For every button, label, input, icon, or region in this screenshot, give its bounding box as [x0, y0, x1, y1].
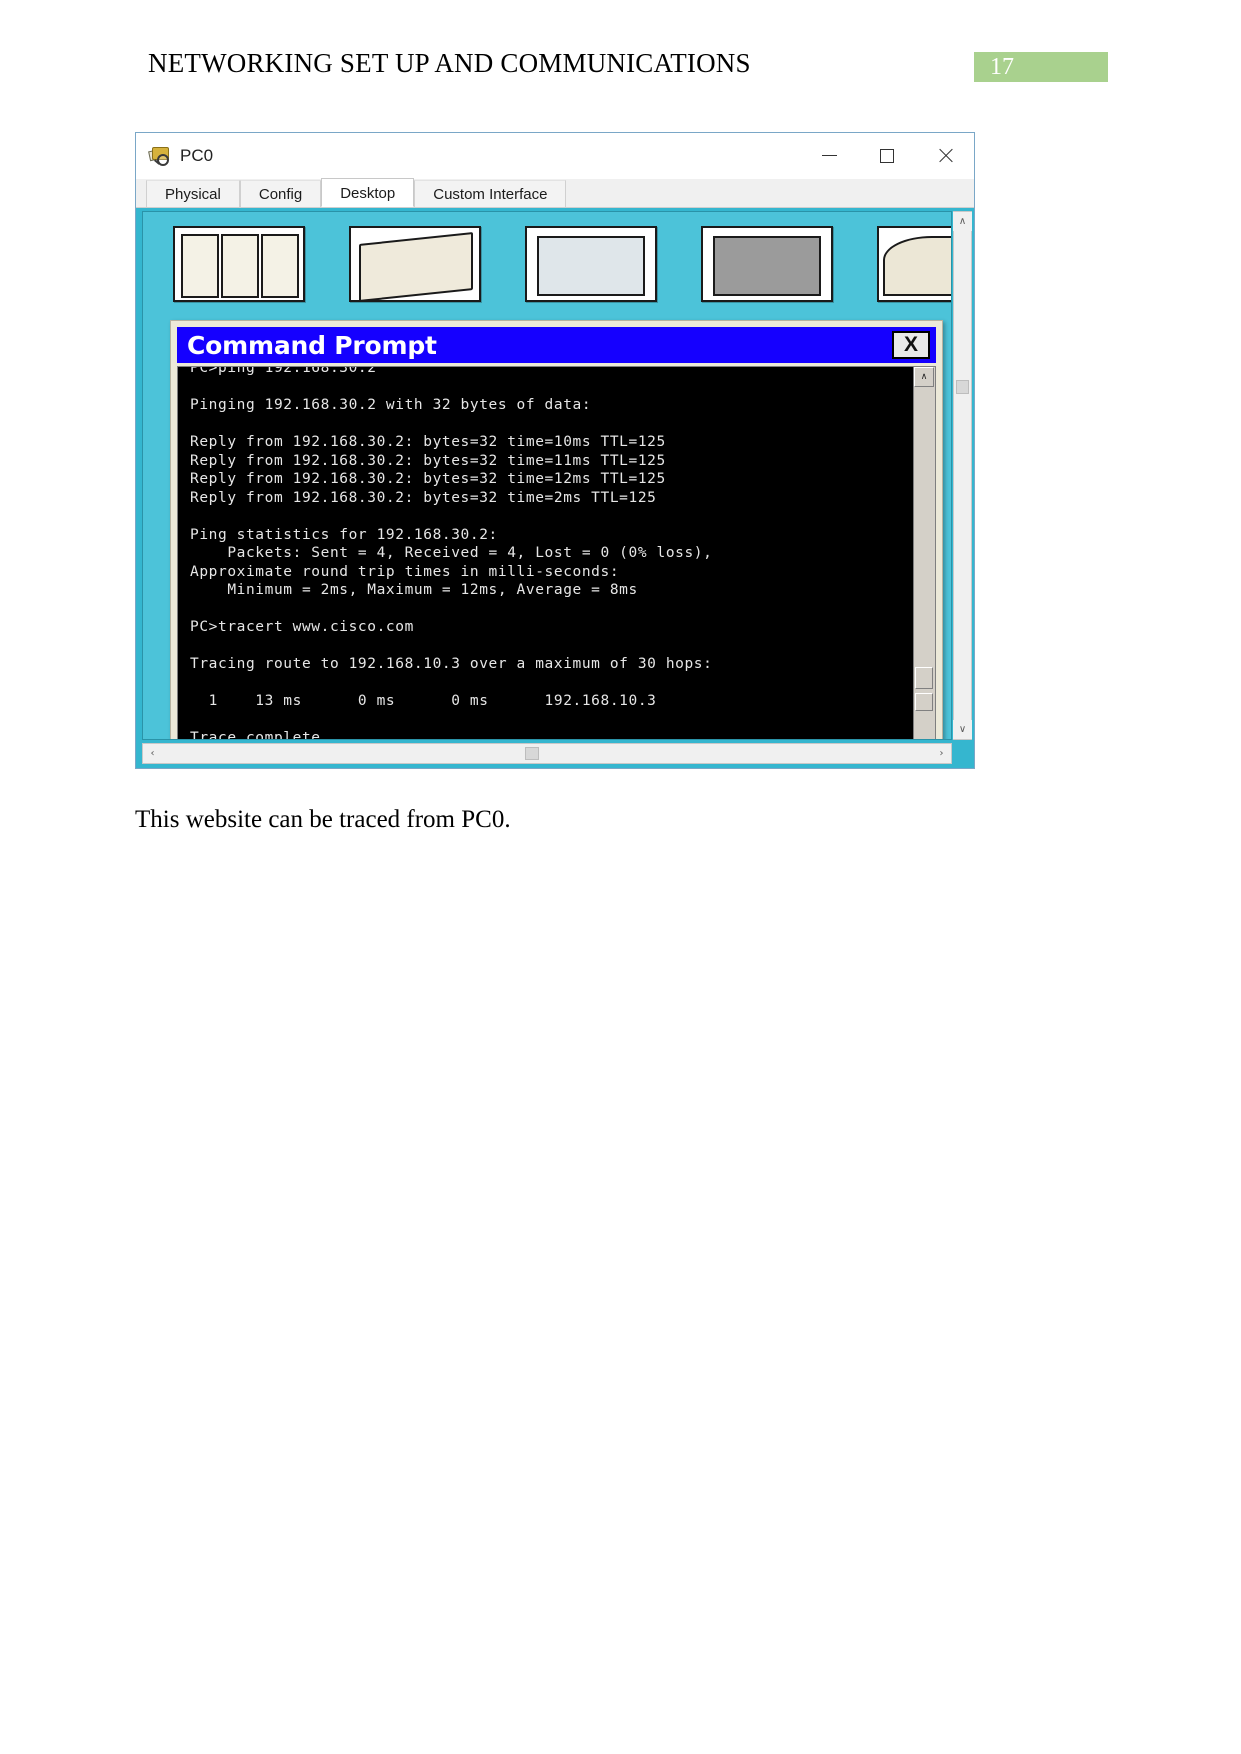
console-vertical-scrollbar[interactable]: ∧ ∨	[913, 367, 935, 739]
console-scroll-up-icon[interactable]: ∧	[914, 367, 934, 387]
desktop-app-icon-row	[173, 226, 951, 302]
command-prompt-window: Command Prompt X PC>ping 192.168.30.2 Pi…	[170, 320, 943, 739]
close-button[interactable]	[916, 133, 974, 178]
close-icon	[937, 147, 954, 164]
tab-physical[interactable]: Physical	[146, 180, 240, 207]
desktop-tab-panel: Command Prompt X PC>ping 192.168.30.2 Pi…	[136, 208, 974, 768]
maximize-button[interactable]	[858, 133, 916, 178]
window-title: PC0	[180, 145, 214, 165]
desktop-vertical-scrollbar[interactable]: ∧ ∨	[953, 211, 972, 740]
maximize-icon	[880, 148, 894, 163]
desktop-scroll-left-icon[interactable]: ‹	[143, 744, 162, 763]
packet-tracer-device-icon	[148, 146, 170, 166]
desktop-app-tile-4[interactable]	[701, 226, 833, 302]
desktop-scroll-up-icon[interactable]: ∧	[953, 212, 972, 231]
desktop-scroll-down-icon[interactable]: ∨	[953, 720, 972, 739]
embedded-screenshot-figure: PC0 Physical Config Desktop Custom Inter…	[135, 132, 975, 769]
minimize-icon	[821, 155, 837, 156]
page-title: NETWORKING SET UP AND COMMUNICATIONS	[148, 48, 751, 78]
console-scroll-thumb-a[interactable]	[915, 667, 933, 689]
desktop-hscroll-thumb[interactable]	[525, 747, 539, 760]
desktop-vscroll-thumb[interactable]	[956, 380, 969, 394]
desktop-horizontal-scrollbar[interactable]: ‹ ›	[142, 743, 952, 764]
page-header: NETWORKING SET UP AND COMMUNICATIONS 17	[0, 48, 1241, 88]
tab-config[interactable]: Config	[239, 180, 322, 207]
page-number-badge: 17	[974, 52, 1108, 82]
command-prompt-console[interactable]: PC>ping 192.168.30.2 Pinging 192.168.30.…	[177, 366, 936, 739]
console-scroll-thumb-b[interactable]	[915, 693, 933, 711]
desktop-app-tile-2[interactable]	[349, 226, 481, 302]
minimize-button[interactable]	[800, 133, 858, 178]
desktop-icon-pane: Command Prompt X PC>ping 192.168.30.2 Pi…	[142, 211, 952, 740]
window-controls	[800, 133, 974, 178]
command-prompt-title: Command Prompt	[187, 330, 437, 360]
desktop-app-tile-1[interactable]	[173, 226, 305, 302]
pc0-window-titlebar: PC0	[136, 133, 974, 179]
desktop-scroll-right-icon[interactable]: ›	[932, 744, 951, 763]
tab-desktop[interactable]: Desktop	[321, 178, 415, 207]
tab-custom-interface[interactable]: Custom Interface	[414, 180, 567, 207]
console-output: PC>ping 192.168.30.2 Pinging 192.168.30.…	[190, 367, 905, 739]
desktop-app-tile-5[interactable]	[877, 226, 951, 302]
figure-caption: This website can be traced from PC0.	[135, 806, 511, 833]
command-prompt-titlebar: Command Prompt X	[177, 327, 936, 363]
page-number: 17	[990, 54, 1014, 80]
command-prompt-close-button[interactable]: X	[892, 331, 930, 359]
pc0-tabstrip: Physical Config Desktop Custom Interface	[136, 178, 974, 208]
desktop-app-tile-3[interactable]	[525, 226, 657, 302]
